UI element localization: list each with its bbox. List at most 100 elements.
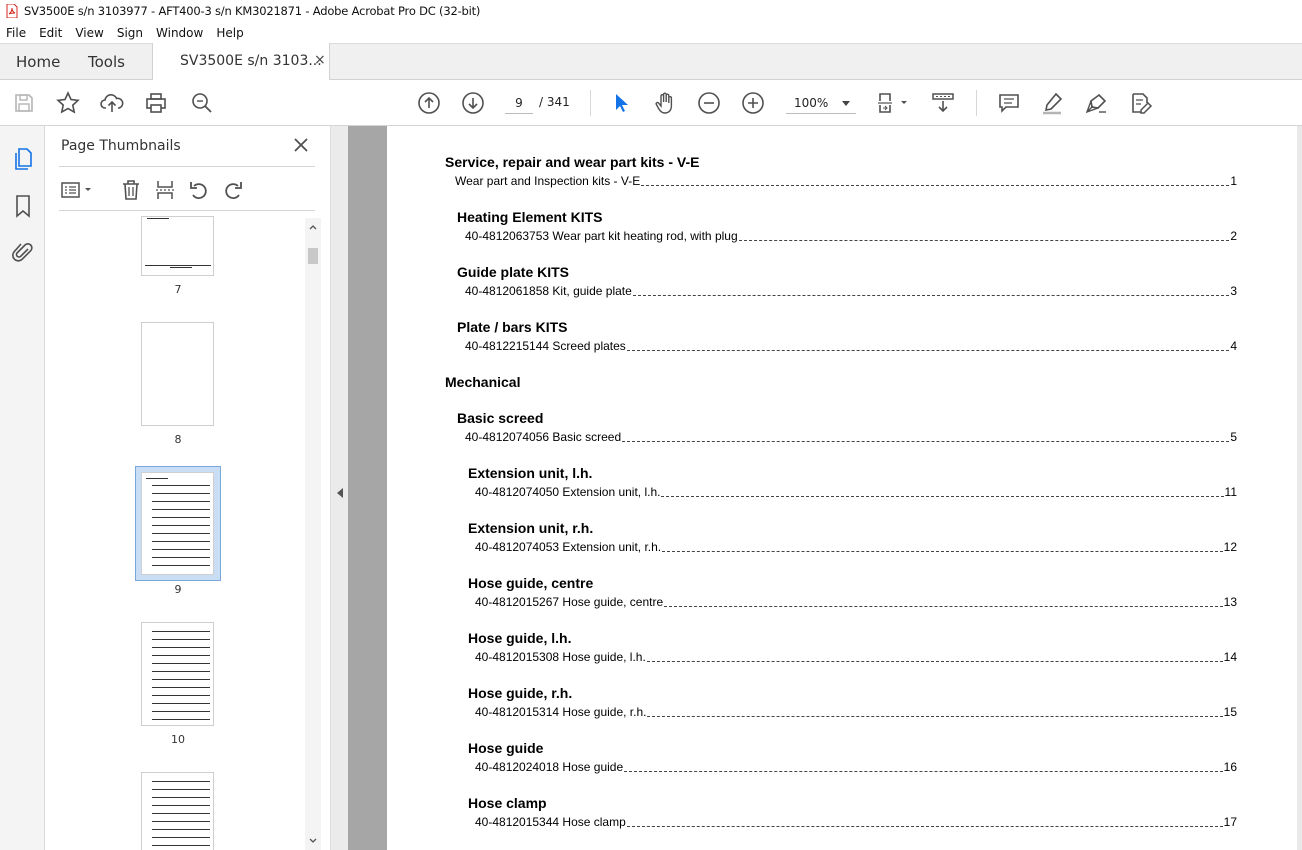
scroll-up-icon[interactable]: [309, 224, 317, 230]
document-scrollbar[interactable]: [1297, 126, 1302, 850]
page-thumbnail[interactable]: [141, 322, 214, 426]
toc-heading: Guide plate KITS: [457, 264, 570, 280]
tab-close-icon[interactable]: ×: [314, 52, 326, 68]
toc-entry[interactable]: 40-4812074056 Basic screed 5: [465, 430, 1237, 444]
toc-entry[interactable]: 40-4812061858 Kit, guide plate 3: [465, 284, 1237, 298]
scroll-down-icon[interactable]: [309, 838, 317, 844]
delete-icon[interactable]: [119, 178, 143, 202]
toc-entry[interactable]: 40-4812024018 Hose guide 16: [475, 760, 1237, 774]
tab-document[interactable]: SV3500E s/n 3103... ×: [152, 43, 330, 80]
toc-heading: Hose guide, l.h.: [468, 630, 572, 646]
menu-help[interactable]: Help: [216, 26, 243, 40]
thumbnail-text-line: [152, 703, 210, 704]
collapse-panel-icon[interactable]: [337, 488, 343, 498]
thumbnail-page-number: 10: [171, 733, 185, 746]
panel-divider: [59, 166, 315, 167]
toc-page-number: 11: [1224, 485, 1237, 499]
toc-leader-dots: [626, 350, 1230, 351]
toolbar-divider: [590, 90, 591, 116]
rotate-cw-icon[interactable]: [221, 178, 245, 202]
thumbnail-text-line: [152, 549, 210, 550]
toc-heading: Plate / bars KITS: [457, 319, 568, 335]
rotate-ccw-icon[interactable]: [187, 178, 211, 202]
toc-entry[interactable]: 40-4812063753 Wear part kit heating rod,…: [465, 229, 1237, 243]
tab-home[interactable]: Home: [16, 53, 60, 71]
thumbnail-list[interactable]: 7 8 9 10: [59, 216, 323, 850]
toc-entry[interactable]: 40-4812015267 Hose guide, centre 13: [475, 595, 1237, 609]
attachments-icon[interactable]: [10, 239, 36, 265]
toc-entry-text: 40-4812074053 Extension unit, r.h.: [475, 540, 662, 554]
menu-sign[interactable]: Sign: [117, 26, 143, 40]
menu-file[interactable]: File: [6, 26, 26, 40]
thumbnail-text-line: [152, 679, 210, 680]
toc-leader-dots: [646, 661, 1223, 662]
toc-entry-text: 40-4812063753 Wear part kit heating rod,…: [465, 229, 738, 243]
page-thumbnails-icon[interactable]: [10, 146, 36, 172]
scrollbar-thumb[interactable]: [308, 248, 318, 264]
toc-entry[interactable]: Wear part and Inspection kits - V-E 1: [455, 174, 1237, 188]
zoom-level-select[interactable]: 100%: [786, 92, 856, 114]
menu-view[interactable]: View: [75, 26, 103, 40]
toc-entry[interactable]: 40-4812074053 Extension unit, r.h. 12: [475, 540, 1237, 554]
toc-entry[interactable]: 40-4812074050 Extension unit, l.h. 11: [475, 485, 1237, 499]
save-icon[interactable]: [12, 91, 36, 115]
next-page-icon[interactable]: [461, 91, 485, 115]
toc-entry[interactable]: 40-4812015344 Hose clamp 17: [475, 815, 1237, 829]
options-icon[interactable]: [59, 178, 95, 202]
thumbnail-text-line: [152, 509, 210, 510]
thumbnail-text-line: [152, 631, 210, 632]
pdf-page[interactable]: Service, repair and wear part kits - V-E…: [387, 126, 1297, 850]
close-icon[interactable]: [292, 136, 310, 154]
panel-splitter[interactable]: [330, 126, 348, 850]
thumbnail-text-line: [152, 565, 210, 566]
title-bar: SV3500E s/n 3103977 - AFT400-3 s/n KM302…: [0, 0, 1302, 22]
previous-page-icon[interactable]: [417, 91, 441, 115]
thumbnail-text-line: [152, 837, 210, 838]
page-thumbnail[interactable]: [141, 772, 214, 850]
toc-entry-text: 40-4812015308 Hose guide, l.h.: [475, 650, 646, 664]
highlight-icon[interactable]: [1041, 91, 1065, 115]
fit-page-icon[interactable]: [876, 91, 912, 115]
toc-entry-text: 40-4812074050 Extension unit, l.h.: [475, 485, 661, 499]
tab-tools[interactable]: Tools: [88, 53, 125, 71]
toc-heading: Hose guide: [468, 740, 544, 756]
thumbnail-text-line: [152, 687, 210, 688]
sign-icon[interactable]: [1085, 91, 1109, 115]
thumbnail-text-line: [152, 671, 210, 672]
hand-icon[interactable]: [653, 91, 677, 115]
scroll-mode-icon[interactable]: [931, 91, 955, 115]
thumbnail-text-line: [152, 647, 210, 648]
thumbnail-scrollbar[interactable]: [305, 218, 321, 850]
toolbar-divider: [976, 90, 977, 116]
thumbnail-text-line: [152, 797, 210, 798]
menu-window[interactable]: Window: [156, 26, 203, 40]
upload-icon[interactable]: [100, 91, 124, 115]
edit-pdf-icon[interactable]: [1129, 91, 1153, 115]
print-icon[interactable]: [144, 91, 168, 115]
zoom-in-icon[interactable]: [741, 91, 765, 115]
insert-page-icon[interactable]: [153, 178, 177, 202]
menu-edit[interactable]: Edit: [39, 26, 62, 40]
thumbnail-text-line: [170, 267, 192, 268]
toc-entry-text: 40-4812061858 Kit, guide plate: [465, 284, 632, 298]
search-zoom-icon[interactable]: [190, 91, 214, 115]
toc-entry[interactable]: 40-4812015314 Hose guide, r.h. 15: [475, 705, 1237, 719]
thumbnail-text-line: [152, 525, 210, 526]
toc-entry[interactable]: 40-4812215144 Screed plates 4: [465, 339, 1237, 353]
zoom-out-icon[interactable]: [697, 91, 721, 115]
select-arrow-icon[interactable]: [609, 91, 633, 115]
toc-leader-dots: [662, 551, 1223, 552]
main-toolbar: 9 / 341 100%: [0, 80, 1302, 126]
toc-entry-text: 40-4812024018 Hose guide: [475, 760, 624, 774]
comment-icon[interactable]: [997, 91, 1021, 115]
toc-entry[interactable]: 40-4812015308 Hose guide, l.h. 14: [475, 650, 1237, 664]
bookmark-star-icon[interactable]: [56, 91, 80, 115]
menu-bar: File Edit View Sign Window Help: [0, 22, 1302, 43]
page-number-input[interactable]: 9: [505, 92, 533, 114]
page-thumbnail-selected[interactable]: [141, 472, 214, 575]
page-thumbnail[interactable]: [141, 622, 214, 726]
toc-page-number: 16: [1223, 760, 1237, 774]
bookmarks-icon[interactable]: [10, 193, 36, 219]
page-thumbnail[interactable]: [141, 216, 214, 276]
left-navigation-rail: [0, 126, 45, 850]
